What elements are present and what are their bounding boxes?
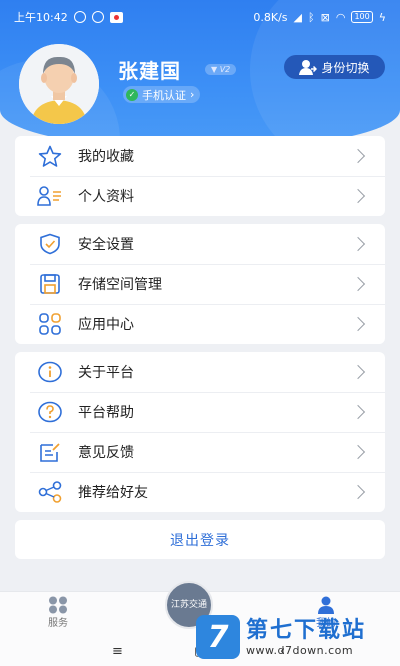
chevron-right-icon [350, 148, 366, 164]
apps-icon [36, 313, 64, 335]
menu-group-1: 我的收藏 个人资料 [15, 136, 385, 216]
notification-icon [109, 11, 123, 23]
switch-identity-button[interactable]: 身份切换 [284, 55, 385, 79]
profile-icon [36, 185, 64, 207]
menu-item-security[interactable]: 安全设置 [15, 224, 385, 264]
phone-verify-badge[interactable]: ✓ 手机认证 › [123, 86, 201, 103]
user-name: 张建国 [118, 59, 181, 83]
watermark-logo-icon: 7 [196, 615, 240, 659]
menu-item-label: 我的收藏 [78, 149, 134, 165]
chevron-right-icon [350, 188, 366, 204]
chevron-right-icon [350, 316, 366, 332]
bluetooth-icon: ᛒ [308, 10, 315, 24]
sync-icon [73, 11, 86, 23]
switch-identity-label: 身份切换 [321, 60, 370, 75]
menu-item-label: 推荐给好友 [78, 485, 148, 501]
menu-item-label: 关于平台 [78, 365, 134, 381]
menu-item-label: 意见反馈 [78, 445, 134, 461]
menu-group-3: 关于平台 平台帮助 意见反馈 推荐给好友 [15, 352, 385, 512]
watermark-title: 第七下载站 [246, 617, 367, 643]
switch-user-icon [299, 60, 318, 75]
menu-item-label: 安全设置 [78, 237, 134, 253]
chevron-right-icon [350, 276, 366, 292]
service-icon [49, 596, 67, 614]
menu-item-profile[interactable]: 个人资料 [15, 176, 385, 216]
menu-item-favorites[interactable]: 我的收藏 [15, 136, 385, 176]
charging-icon: ϟ [378, 10, 386, 24]
chevron-right-icon [350, 236, 366, 252]
chevron-right-icon [350, 444, 366, 460]
chevron-right-icon [350, 484, 366, 500]
menu-item-help[interactable]: 平台帮助 [15, 392, 385, 432]
menu-group-2: 安全设置 存储空间管理 应用中心 [15, 224, 385, 344]
menu-icon[interactable]: ≡ [112, 644, 123, 659]
menu-item-label: 个人资料 [78, 189, 134, 205]
menu-item-about[interactable]: 关于平台 [15, 352, 385, 392]
avatar[interactable] [19, 44, 99, 124]
location-icon [91, 11, 104, 23]
tab-service[interactable]: 服务 [48, 596, 68, 629]
star-icon [36, 145, 64, 167]
watermark-url: www.d7down.com [246, 643, 354, 657]
menu-item-label: 应用中心 [78, 317, 134, 333]
chevron-right-icon: › [190, 88, 195, 101]
network-speed: 0.8K/s [253, 10, 288, 24]
battery-level: 100 [351, 11, 373, 23]
shield-icon [36, 233, 64, 255]
menu-item-app-center[interactable]: 应用中心 [15, 304, 385, 344]
status-bar: 上午10:42 0.8K/s ◢ ᛒ ⊠ ◠ 100 ϟ [0, 0, 400, 34]
menu-item-label: 存储空间管理 [78, 277, 162, 293]
vip-badge-label: V2 [219, 65, 231, 74]
storage-icon [36, 273, 64, 295]
no-sim-icon: ⊠ [320, 10, 330, 24]
menu-item-storage[interactable]: 存储空间管理 [15, 264, 385, 304]
info-icon [36, 361, 64, 383]
watermark: 7 第七下载站 www.d7down.com [196, 612, 392, 662]
help-icon [36, 401, 64, 423]
wifi-icon: ◠ [335, 10, 346, 24]
share-icon [36, 481, 64, 503]
logout-button[interactable]: 退出登录 [15, 520, 385, 559]
center-label: 江苏交通 [170, 600, 207, 610]
menu-item-label: 平台帮助 [78, 405, 134, 421]
menu-item-feedback[interactable]: 意见反馈 [15, 432, 385, 472]
chevron-right-icon [350, 364, 366, 380]
signal-icon: ◢ [293, 10, 303, 24]
vip-badge: ▼ V2 [205, 64, 237, 75]
chevron-right-icon [350, 404, 366, 420]
check-icon: ✓ [126, 88, 138, 101]
feedback-icon [36, 441, 64, 463]
status-time: 上午10:42 [14, 11, 68, 24]
verify-label: 手机认证 [142, 88, 186, 102]
tab-label: 服务 [48, 618, 68, 629]
menu-item-recommend[interactable]: 推荐给好友 [15, 472, 385, 512]
